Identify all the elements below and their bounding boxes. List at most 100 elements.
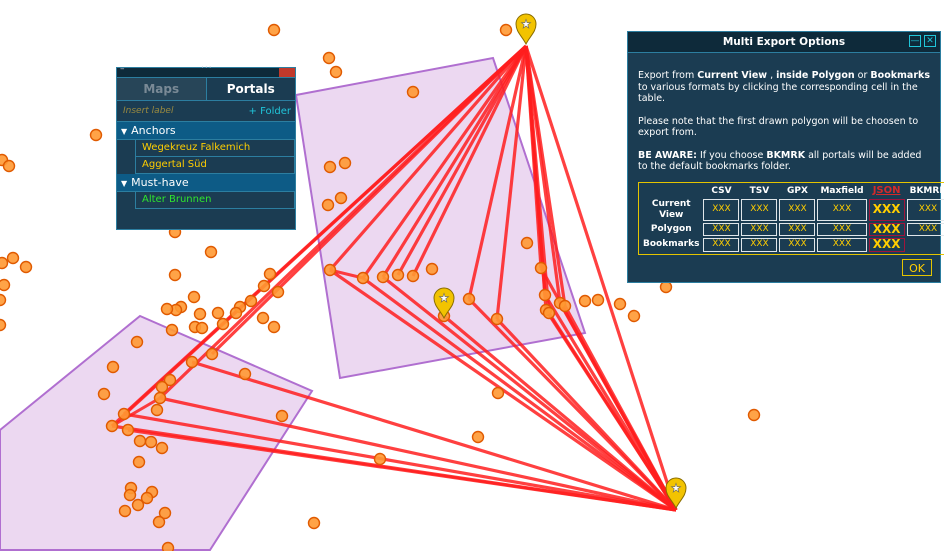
- portal-marker[interactable]: [140, 491, 154, 505]
- export-cell[interactable]: XXX: [906, 198, 944, 221]
- portal-marker[interactable]: [161, 541, 175, 551]
- export-cell[interactable]: XXX: [779, 198, 816, 221]
- portal-marker[interactable]: [462, 292, 476, 306]
- export-cell[interactable]: XXX: [817, 222, 867, 236]
- portal-marker[interactable]: [356, 271, 370, 285]
- ok-button[interactable]: OK: [902, 259, 932, 276]
- portal-marker[interactable]: [0, 318, 7, 332]
- portal-marker[interactable]: [307, 516, 321, 530]
- minimize-icon[interactable]: —: [909, 35, 921, 47]
- portal-marker[interactable]: [0, 256, 9, 270]
- portal-marker[interactable]: [193, 307, 207, 321]
- portal-marker[interactable]: [229, 306, 243, 320]
- label-input[interactable]: [121, 103, 235, 119]
- portal-marker[interactable]: [6, 251, 20, 265]
- portal-marker[interactable]: [153, 391, 167, 405]
- portal-marker[interactable]: [160, 302, 174, 316]
- portal-marker[interactable]: [89, 128, 103, 142]
- portal-marker[interactable]: [471, 430, 485, 444]
- close-icon[interactable]: ✕: [924, 35, 936, 47]
- export-cell[interactable]: XXX: [906, 222, 944, 236]
- portal-marker[interactable]: [538, 288, 552, 302]
- close-icon[interactable]: [279, 68, 295, 77]
- export-cell[interactable]: XXX: [868, 222, 905, 236]
- bookmark-item[interactable]: Aggertal Süd: [135, 157, 295, 174]
- portal-marker[interactable]: [0, 278, 11, 292]
- export-cell[interactable]: XXX: [703, 222, 740, 236]
- portal-marker[interactable]: [216, 317, 230, 331]
- portal-marker[interactable]: [97, 387, 111, 401]
- portal-marker[interactable]: [185, 355, 199, 369]
- portal-marker[interactable]: [130, 335, 144, 349]
- portal-marker[interactable]: [534, 261, 548, 275]
- portal-marker[interactable]: [542, 306, 556, 320]
- portal-marker[interactable]: [659, 280, 673, 294]
- portal-marker[interactable]: [613, 297, 627, 311]
- portal-marker[interactable]: [323, 263, 337, 277]
- export-cell[interactable]: XXX: [703, 198, 740, 221]
- portal-marker[interactable]: [256, 311, 270, 325]
- portal-marker[interactable]: [321, 198, 335, 212]
- portal-marker[interactable]: [425, 262, 439, 276]
- portal-marker[interactable]: [578, 294, 592, 308]
- bookmark-item[interactable]: Alter Brunnen: [135, 192, 295, 209]
- export-cell[interactable]: XXX: [741, 238, 778, 252]
- portal-marker[interactable]: [499, 23, 513, 37]
- portal-marker[interactable]: [152, 515, 166, 529]
- folder-anchors[interactable]: ▼ Anchors: [117, 122, 295, 140]
- portal-marker[interactable]: [205, 347, 219, 361]
- portal-marker[interactable]: [406, 269, 420, 283]
- portal-marker[interactable]: [338, 156, 352, 170]
- portal-marker[interactable]: [117, 407, 131, 421]
- portal-marker[interactable]: [406, 85, 420, 99]
- portal-marker[interactable]: [168, 268, 182, 282]
- export-cell[interactable]: XXX: [741, 198, 778, 221]
- portal-marker[interactable]: [267, 23, 281, 37]
- portal-marker[interactable]: [195, 321, 209, 335]
- portal-marker[interactable]: [19, 260, 33, 274]
- minimize-icon[interactable]: –: [120, 64, 125, 74]
- portal-marker[interactable]: [329, 65, 343, 79]
- portal-marker[interactable]: [118, 504, 132, 518]
- portal-marker[interactable]: [334, 191, 348, 205]
- portal-marker[interactable]: [490, 312, 504, 326]
- portal-marker[interactable]: [133, 434, 147, 448]
- portal-marker[interactable]: [323, 160, 337, 174]
- portal-marker[interactable]: [187, 290, 201, 304]
- export-cell[interactable]: XXX: [779, 222, 816, 236]
- portal-marker[interactable]: [155, 441, 169, 455]
- portal-marker[interactable]: [238, 367, 252, 381]
- export-cell[interactable]: XXX: [741, 222, 778, 236]
- portal-marker[interactable]: [267, 320, 281, 334]
- bookmark-item[interactable]: Wegekreuz Falkemich: [135, 140, 295, 157]
- bookmarks-panel-titlebar[interactable]: – ···: [117, 63, 295, 78]
- export-cell[interactable]: XXX: [868, 238, 905, 252]
- portal-marker[interactable]: [165, 323, 179, 337]
- export-cell[interactable]: XXX: [817, 198, 867, 221]
- portal-marker[interactable]: [558, 299, 572, 313]
- portal-marker[interactable]: [150, 403, 164, 417]
- tab-maps[interactable]: Maps: [117, 78, 207, 100]
- export-cell[interactable]: XXX: [817, 238, 867, 252]
- portal-marker[interactable]: [204, 245, 218, 259]
- bookmark-star-icon[interactable]: ★: [515, 13, 537, 46]
- portal-marker[interactable]: [373, 452, 387, 466]
- portal-marker[interactable]: [747, 408, 761, 422]
- portal-marker[interactable]: [0, 293, 7, 307]
- portal-marker[interactable]: [155, 380, 169, 394]
- folder-must-have[interactable]: ▼ Must-have: [117, 174, 295, 192]
- portal-marker[interactable]: [376, 270, 390, 284]
- portal-marker[interactable]: [106, 360, 120, 374]
- portal-marker[interactable]: [144, 435, 158, 449]
- portal-marker[interactable]: [257, 279, 271, 293]
- portal-marker[interactable]: [322, 51, 336, 65]
- portal-marker[interactable]: [211, 306, 225, 320]
- portal-marker[interactable]: [275, 409, 289, 423]
- portal-marker[interactable]: [105, 419, 119, 433]
- portal-marker[interactable]: [491, 386, 505, 400]
- portal-marker[interactable]: [121, 423, 135, 437]
- export-cell[interactable]: XXX: [779, 238, 816, 252]
- portal-marker[interactable]: [2, 159, 16, 173]
- portal-marker[interactable]: [263, 267, 277, 281]
- export-cell[interactable]: XXX: [868, 198, 905, 221]
